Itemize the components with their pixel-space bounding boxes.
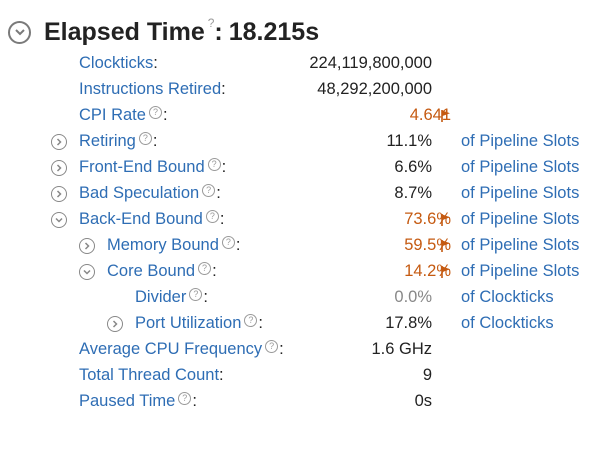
- page-title: Elapsed Time: [44, 17, 205, 46]
- help-icon[interactable]: ?: [207, 158, 221, 171]
- metric-label[interactable]: Divider: [135, 288, 186, 306]
- title-separator: :: [214, 17, 223, 46]
- help-icon[interactable]: ?: [198, 262, 212, 275]
- help-icon[interactable]: ?: [202, 184, 216, 197]
- metric-row-total-thread-count: Total Thread Count: 9: [79, 366, 432, 384]
- metric-row-bad-speculation: Bad Speculation?: 8.7% of Pipeline Slots: [0, 181, 595, 207]
- metric-label[interactable]: Clockticks: [79, 54, 153, 72]
- metric-value: 9: [422, 366, 432, 384]
- metric-label[interactable]: Port Utilization: [135, 314, 241, 332]
- metric-label[interactable]: Memory Bound: [107, 236, 219, 254]
- flag-icon: [441, 214, 450, 226]
- collapse-toggle-icon[interactable]: [8, 20, 31, 44]
- elapsed-time-header: Elapsed Time ? : 18.215s: [8, 16, 319, 48]
- metric-row-port-utilization: Port Utilization?: 17.8% of Clockticks: [0, 311, 595, 337]
- metric-row-memory-bound: Memory Bound?: 59.5% of Pipeline Slots: [0, 233, 595, 259]
- metric-unit[interactable]: of Pipeline Slots: [461, 184, 579, 203]
- metric-row-divider: Divider?: 0.0% of Clockticks: [135, 288, 554, 307]
- metric-label[interactable]: Back-End Bound: [79, 210, 203, 228]
- chevron-down-icon[interactable]: [51, 212, 67, 228]
- metric-row-clockticks: Clockticks: 224,119,800,000: [79, 54, 432, 72]
- metric-row-paused-time: Paused Time?: 0s: [79, 392, 432, 410]
- metric-row-average-cpu-frequency: Average CPU Frequency?: 1.6 GHz: [79, 340, 432, 358]
- help-icon[interactable]: ?: [189, 288, 203, 301]
- metric-value: 224,119,800,000: [309, 54, 432, 72]
- help-icon[interactable]: ?: [178, 392, 192, 405]
- metric-label[interactable]: Instructions Retired: [79, 80, 221, 98]
- help-icon[interactable]: ?: [138, 132, 152, 145]
- metric-row-cpi-rate: CPI Rate?: 4.641: [79, 106, 451, 124]
- flag-icon: [441, 110, 450, 122]
- metric-value: 11.1%: [386, 132, 432, 150]
- flag-icon: [441, 240, 450, 252]
- metric-unit[interactable]: of Pipeline Slots: [461, 236, 579, 255]
- metric-value: 6.6%: [394, 158, 432, 176]
- chevron-right-icon[interactable]: [107, 316, 123, 332]
- chevron-right-icon[interactable]: [51, 134, 67, 150]
- metric-label[interactable]: Bad Speculation: [79, 184, 199, 202]
- elapsed-time-value: 18.215s: [228, 17, 320, 46]
- metric-label[interactable]: Front-End Bound: [79, 158, 205, 176]
- help-icon[interactable]: ?: [205, 210, 219, 223]
- metric-value: 17.8%: [385, 314, 432, 332]
- metric-unit[interactable]: of Pipeline Slots: [461, 132, 579, 151]
- chevron-right-icon[interactable]: [51, 160, 67, 176]
- metric-row-retiring: Retiring?: 11.1% of Pipeline Slots: [0, 129, 595, 155]
- metric-value: 0.0%: [394, 288, 432, 306]
- help-icon[interactable]: ?: [221, 236, 235, 249]
- help-icon[interactable]: ?: [265, 340, 279, 353]
- chevron-right-icon[interactable]: [51, 186, 67, 202]
- metric-value: 48,292,200,000: [317, 80, 432, 98]
- metric-unit[interactable]: of Clockticks: [461, 314, 554, 333]
- metric-unit[interactable]: of Clockticks: [461, 288, 554, 307]
- metric-value: 0s: [414, 392, 432, 410]
- metric-label[interactable]: Average CPU Frequency: [79, 340, 262, 358]
- metric-row-core-bound: Core Bound?: 14.2% of Pipeline Slots: [0, 259, 595, 285]
- metric-row-instructions-retired: Instructions Retired: 48,292,200,000: [79, 80, 432, 98]
- metric-row-back-end-bound: Back-End Bound?: 73.6% of Pipeline Slots: [0, 207, 595, 233]
- help-icon[interactable]: ?: [208, 16, 215, 30]
- metric-label[interactable]: Total Thread Count: [79, 366, 219, 384]
- flag-icon: [441, 266, 450, 278]
- metric-label[interactable]: Retiring: [79, 132, 136, 150]
- metric-unit[interactable]: of Pipeline Slots: [461, 210, 579, 229]
- help-icon[interactable]: ?: [148, 106, 162, 119]
- help-icon[interactable]: ?: [244, 314, 258, 327]
- chevron-right-icon[interactable]: [79, 238, 95, 254]
- metric-value: 1.6 GHz: [371, 340, 432, 358]
- metric-label[interactable]: Paused Time: [79, 392, 175, 410]
- metric-label[interactable]: Core Bound: [107, 262, 195, 280]
- metric-unit[interactable]: of Pipeline Slots: [461, 262, 579, 281]
- metric-unit[interactable]: of Pipeline Slots: [461, 158, 579, 177]
- chevron-down-icon[interactable]: [79, 264, 95, 280]
- metric-row-front-end-bound: Front-End Bound?: 6.6% of Pipeline Slots: [0, 155, 595, 181]
- metric-label[interactable]: CPI Rate: [79, 106, 146, 124]
- metric-value: 8.7%: [394, 184, 432, 202]
